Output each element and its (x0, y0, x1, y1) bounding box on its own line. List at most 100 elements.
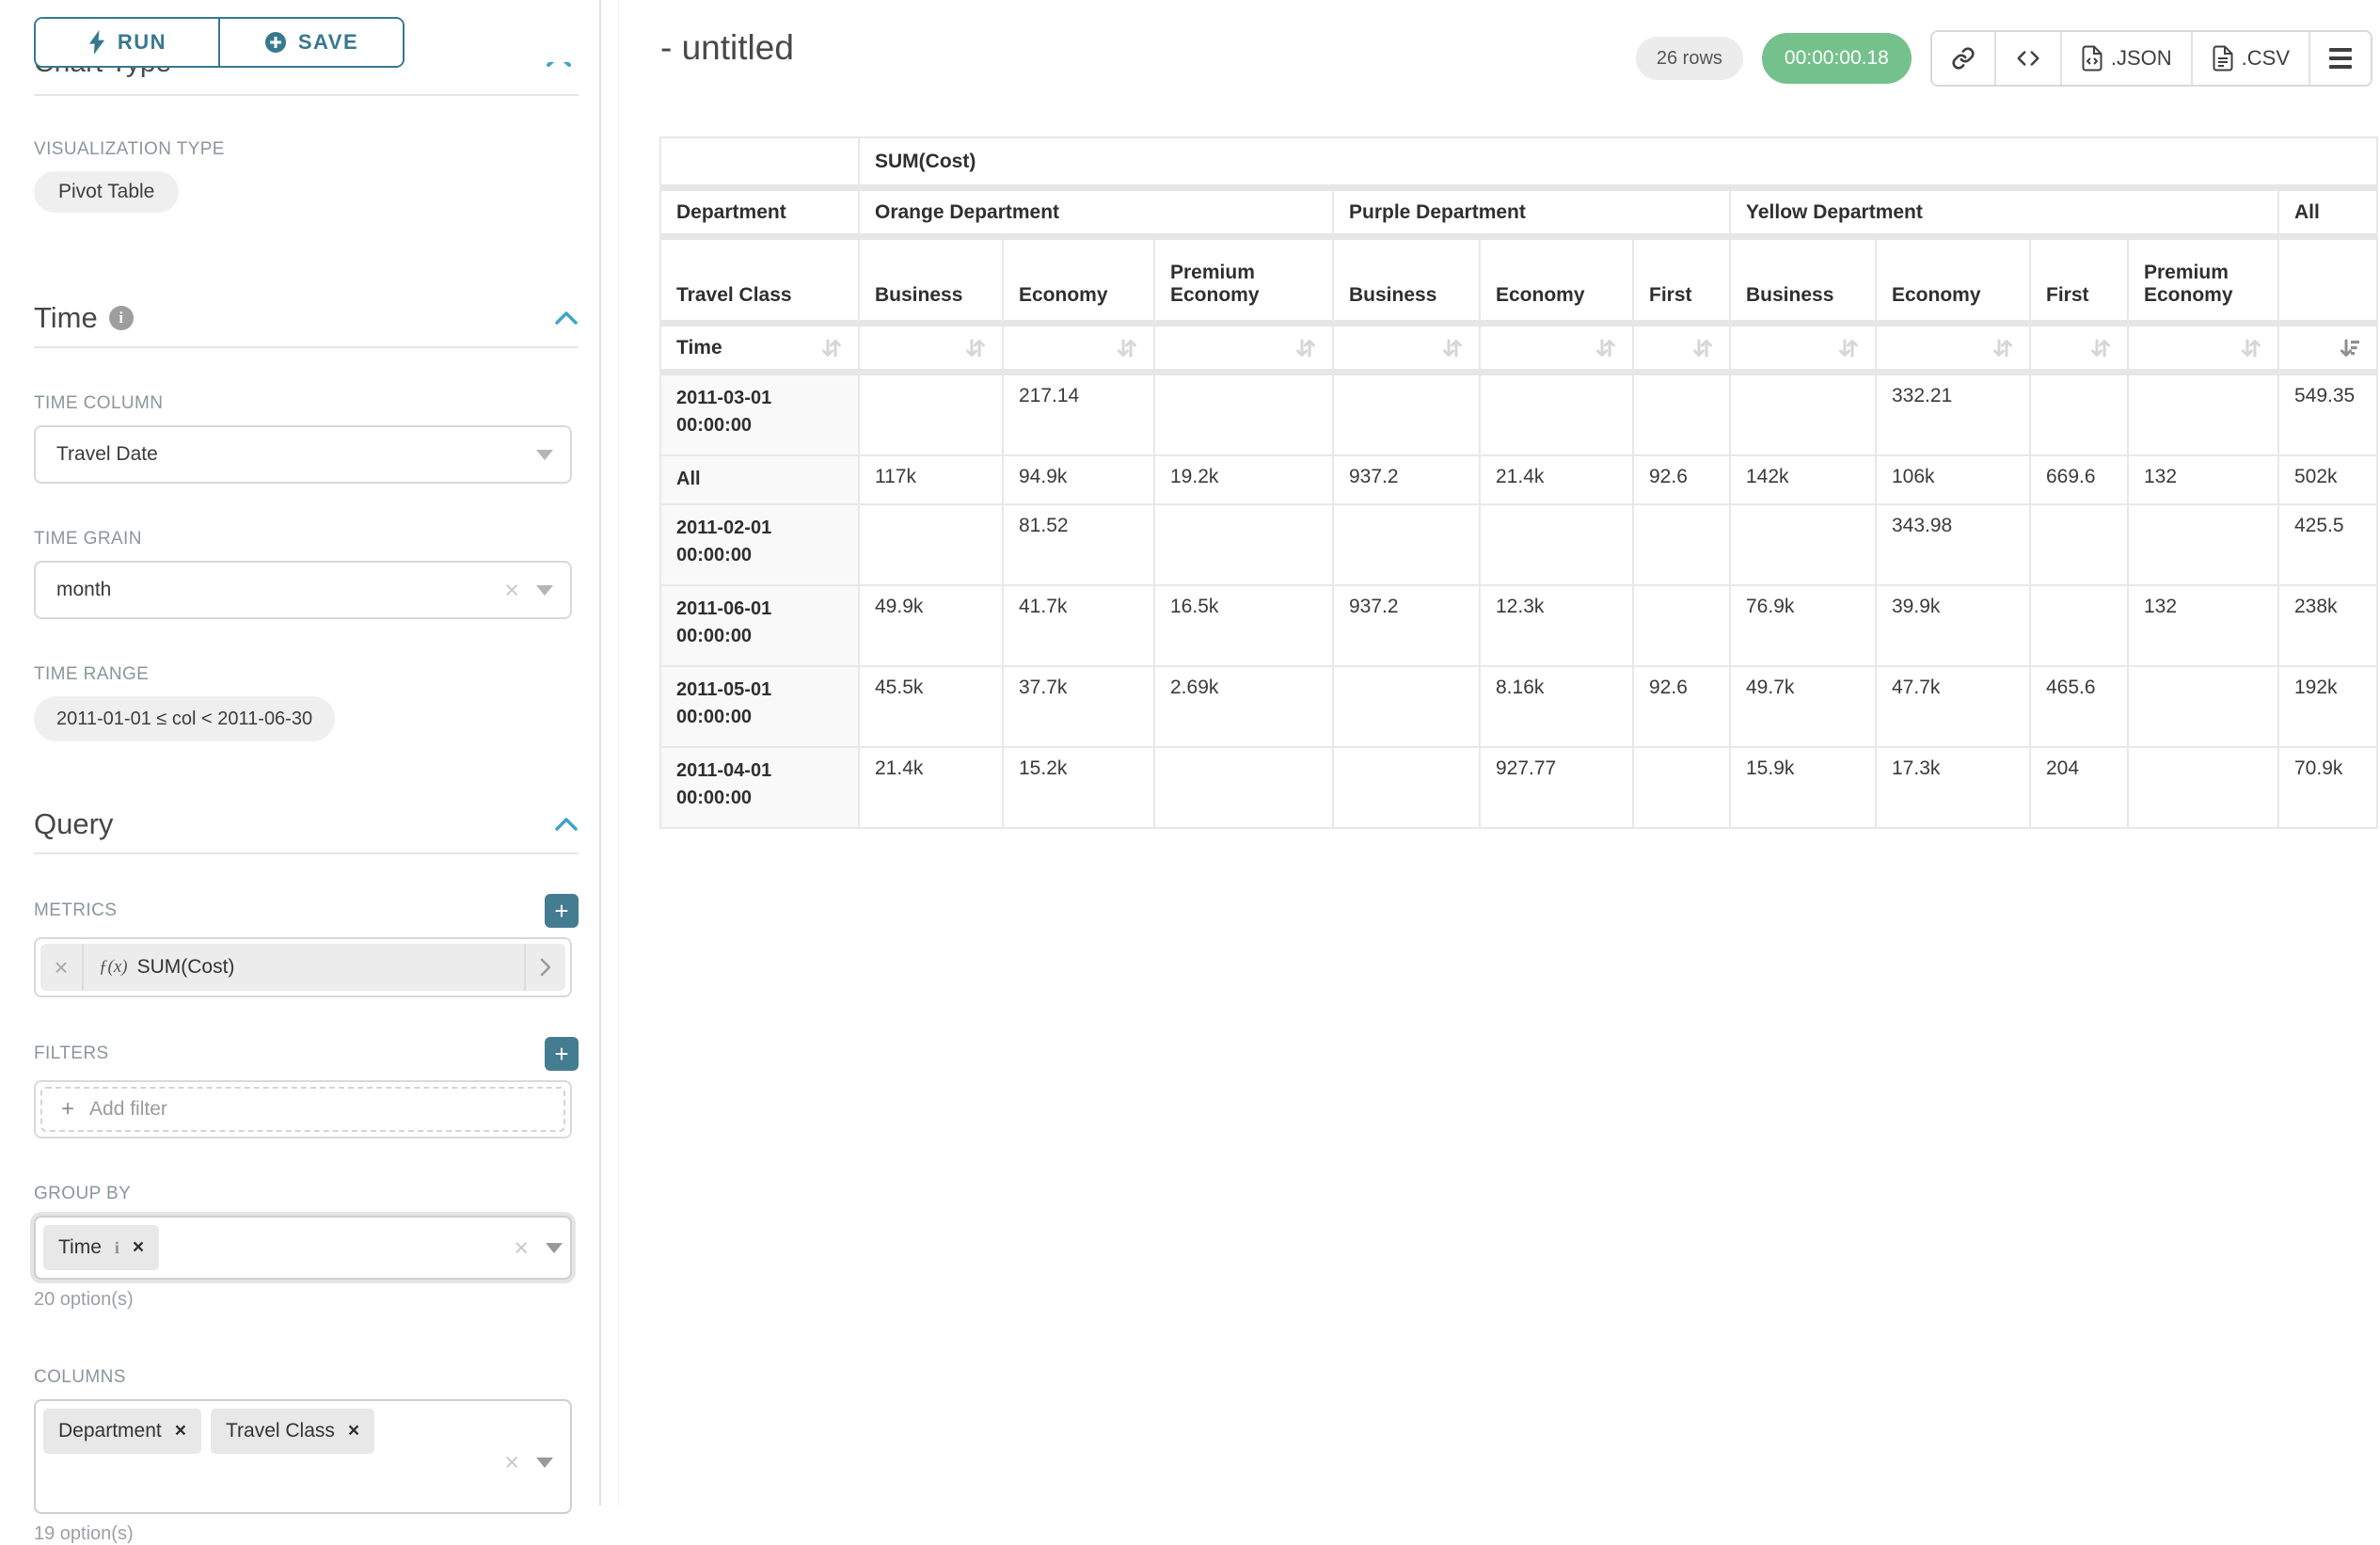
pivot-value-cell (2129, 375, 2279, 456)
clear-icon[interactable]: × (504, 1450, 519, 1475)
pivot-row-label: 2011-03-01 00:00:00 (661, 375, 860, 456)
save-button[interactable]: SAVE (218, 19, 403, 66)
remove-tag-icon[interactable]: × (175, 1420, 186, 1442)
pivot-value-cell (1634, 375, 1731, 456)
pivot-value-cell (1634, 586, 1731, 667)
pivot-class-header (2279, 240, 2378, 327)
export-csv-button[interactable]: .CSV (2191, 32, 2309, 85)
share-link-button[interactable] (1932, 32, 1994, 85)
pivot-value-cell: 937.2 (1334, 586, 1481, 667)
sort-desc-icon[interactable] (2339, 337, 2361, 359)
info-icon[interactable]: i (115, 1238, 119, 1258)
pivot-value-cell: 465.6 (2031, 667, 2129, 748)
pivot-row-label: 2011-02-01 00:00:00 (661, 505, 860, 586)
time-collapse-icon[interactable] (554, 311, 579, 326)
pivot-value-cell: 669.6 (2031, 456, 2129, 505)
sort-icon[interactable] (820, 337, 843, 359)
pivot-value-cell (1334, 667, 1481, 748)
time-column-select[interactable]: Travel Date (34, 425, 572, 484)
pivot-sort-cell (1481, 327, 1634, 375)
visualization-type-pill[interactable]: Pivot Table (34, 171, 179, 213)
pivot-sort-cell (1877, 327, 2031, 375)
pivot-value-cell: 117k (860, 456, 1004, 505)
chart-type-collapse-icon[interactable] (545, 62, 573, 72)
pivot-value-cell: 15.9k (1731, 748, 1877, 829)
pivot-class-header: Business (1731, 240, 1877, 327)
sort-icon[interactable] (2240, 337, 2262, 359)
time-column-value: Travel Date (56, 443, 158, 466)
pivot-value-cell: 81.52 (1004, 505, 1155, 586)
run-button[interactable]: RUN (36, 19, 218, 66)
columns-select[interactable]: Department × Travel Class × × (34, 1399, 572, 1514)
pivot-row-dim-label: Department (661, 191, 860, 240)
columns-tag: Travel Class × (211, 1409, 374, 1454)
pivot-dept-header: Purple Department (1334, 191, 1731, 240)
sort-icon[interactable] (1595, 337, 1617, 359)
metric-pill[interactable]: × ƒ(x) SUM(Cost) (40, 944, 565, 991)
remove-tag-icon[interactable]: × (348, 1420, 359, 1442)
group-by-tag: Time i × (43, 1225, 159, 1270)
pivot-value-cell (1334, 375, 1481, 456)
view-query-button[interactable] (1994, 32, 2060, 85)
pivot-value-cell: 132 (2129, 456, 2279, 505)
pivot-value-cell: 92.6 (1634, 456, 1731, 505)
query-collapse-icon[interactable] (554, 817, 579, 832)
sort-icon[interactable] (2089, 337, 2112, 359)
export-json-button[interactable]: .JSON (2060, 32, 2191, 85)
chevron-down-icon[interactable] (546, 1243, 563, 1253)
sort-icon[interactable] (1441, 337, 1464, 359)
pivot-value-cell (1155, 505, 1334, 586)
pivot-value-cell: 238k (2279, 586, 2378, 667)
query-section-title: Query (34, 807, 113, 841)
export-json-label: .JSON (2111, 46, 2172, 71)
chart-title[interactable]: - untitled (660, 28, 794, 68)
clear-icon[interactable]: × (504, 578, 519, 603)
pivot-value-cell: 49.9k (860, 586, 1004, 667)
run-button-label: RUN (118, 30, 167, 55)
time-section-header: Time i (34, 301, 579, 335)
group-by-select[interactable]: Time i × × (34, 1216, 572, 1280)
sort-icon[interactable] (1116, 337, 1138, 359)
pivot-value-cell: 15.2k (1004, 748, 1155, 829)
pivot-value-cell (860, 375, 1004, 456)
tag-label: Time (58, 1236, 102, 1259)
chevron-down-icon[interactable] (536, 585, 553, 596)
sort-icon[interactable] (1837, 337, 1860, 359)
pivot-value-cell: 549.35 (2279, 375, 2378, 456)
chevron-down-icon[interactable] (536, 1457, 553, 1468)
query-section-header: Query (34, 807, 579, 841)
hamburger-icon (2329, 48, 2352, 69)
pivot-value-cell (1155, 748, 1334, 829)
pivot-value-cell (1634, 505, 1731, 586)
save-button-label: SAVE (298, 30, 358, 55)
sort-icon[interactable] (1294, 337, 1317, 359)
sort-icon[interactable] (1691, 337, 1714, 359)
clear-icon[interactable]: × (514, 1235, 529, 1261)
pivot-value-cell: 37.7k (1004, 667, 1155, 748)
menu-button[interactable] (2309, 32, 2371, 85)
time-range-pill[interactable]: 2011-01-01 ≤ col < 2011-06-30 (34, 696, 335, 741)
json-file-icon (2081, 45, 2103, 72)
pivot-value-cell: 39.9k (1877, 586, 2031, 667)
columns-label: COLUMNS (34, 1367, 579, 1388)
chevron-right-icon[interactable] (524, 944, 565, 991)
remove-metric-icon[interactable]: × (40, 944, 84, 991)
add-metric-button[interactable]: + (545, 894, 579, 928)
table-row: 2011-05-01 00:00:0045.5k37.7k2.69k8.16k9… (661, 667, 2378, 748)
sort-icon[interactable] (1991, 337, 2014, 359)
chart-area: - untitled 26 rows 00:00:00.18 .JSON (619, 0, 2380, 1505)
sort-icon[interactable] (964, 337, 987, 359)
add-filter-plus-button[interactable]: + (545, 1037, 579, 1071)
pivot-value-cell: 142k (1731, 456, 1877, 505)
add-filter-button[interactable]: + Add filter (40, 1087, 565, 1132)
pivot-value-cell (1334, 505, 1481, 586)
filters-label: FILTERS (34, 1043, 109, 1064)
time-range-label: TIME RANGE (34, 664, 579, 685)
remove-tag-icon[interactable]: × (133, 1236, 144, 1259)
time-section-title: Time (34, 301, 98, 335)
section-divider (34, 346, 579, 348)
section-divider (34, 94, 579, 96)
chevron-down-icon[interactable] (536, 450, 553, 460)
time-grain-select[interactable]: month × (34, 561, 572, 619)
pivot-value-cell: 192k (2279, 667, 2378, 748)
